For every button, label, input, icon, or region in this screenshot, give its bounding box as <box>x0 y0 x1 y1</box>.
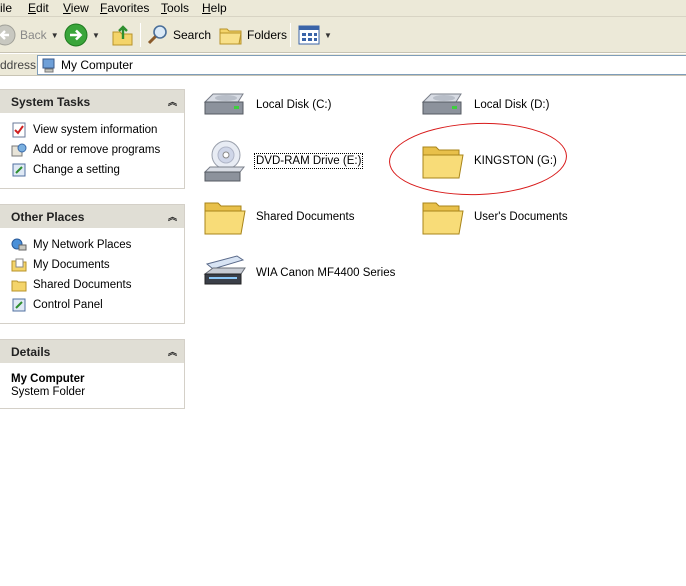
back-dropdown-icon[interactable]: ▼ <box>51 31 59 40</box>
address-bar: ddress My Computer <box>0 54 686 76</box>
drive-kingston-g[interactable]: KINGSTON (G:) <box>420 138 557 184</box>
item-label: DVD-RAM Drive (E:) <box>253 153 364 169</box>
address-label: ddress <box>0 58 37 72</box>
other-places-title: Other Places <box>11 209 85 224</box>
link-control-panel[interactable]: Control Panel <box>11 295 184 315</box>
toolbar-separator <box>140 23 141 47</box>
link-label: View system information <box>33 124 158 136</box>
folder-shared-documents[interactable]: Shared Documents <box>202 194 354 240</box>
item-label: Local Disk (C:) <box>256 99 332 111</box>
my-documents-icon <box>11 258 27 272</box>
details-title: Details <box>11 344 51 359</box>
folder-users-documents[interactable]: User's Documents <box>420 194 568 240</box>
back-label: Back <box>20 28 47 42</box>
details-box: Details ︽ My Computer System Folder <box>0 339 185 409</box>
other-places-box: Other Places ︽ My Network Places My Docu… <box>0 204 185 324</box>
item-label: KINGSTON (G:) <box>474 155 557 167</box>
address-field[interactable]: My Computer <box>37 55 686 75</box>
menu-help[interactable]: Help <box>202 1 227 15</box>
menu-file[interactable]: ile <box>0 1 12 15</box>
system-tasks-header[interactable]: System Tasks ︽ <box>0 90 184 113</box>
system-tasks-box: System Tasks ︽ View system information A… <box>0 89 185 189</box>
drive-dvd-e[interactable]: DVD-RAM Drive (E:) <box>202 138 364 184</box>
folders-label: Folders <box>247 28 288 42</box>
drive-local-c[interactable]: Local Disk (C:) <box>202 82 331 128</box>
left-task-pane: System Tasks ︽ View system information A… <box>0 77 190 586</box>
link-network-places[interactable]: My Network Places <box>11 235 184 255</box>
details-type: System Folder <box>11 386 86 398</box>
link-label: My Network Places <box>33 239 132 251</box>
collapse-chevron-icon[interactable]: ︽ <box>168 210 177 223</box>
link-add-remove-programs[interactable]: Add or remove programs <box>11 140 184 160</box>
collapse-chevron-icon[interactable]: ︽ <box>168 345 177 358</box>
scanner-icon <box>203 255 246 285</box>
dvd-drive-icon <box>203 140 246 182</box>
link-change-setting[interactable]: Change a setting <box>11 160 184 180</box>
search-button[interactable]: Search <box>147 21 211 49</box>
control-panel-icon <box>12 163 26 177</box>
menu-bar: ile Edit View Favorites Tools Help <box>0 0 686 17</box>
menu-favorites[interactable]: Favorites <box>100 1 149 15</box>
details-header[interactable]: Details ︽ <box>0 340 184 363</box>
folder-icon <box>204 202 246 235</box>
add-remove-programs-icon <box>11 143 27 157</box>
link-label: Shared Documents <box>33 279 132 291</box>
system-tasks-title: System Tasks <box>11 94 91 109</box>
link-label: Add or remove programs <box>33 144 161 156</box>
folder-icon <box>422 146 464 179</box>
views-dropdown-icon[interactable]: ▼ <box>324 31 332 40</box>
search-label: Search <box>173 28 212 42</box>
folders-button[interactable]: Folders <box>219 21 287 49</box>
up-folder-icon <box>112 25 133 46</box>
hard-disk-icon <box>203 93 244 115</box>
folders-icon <box>219 28 242 45</box>
link-label: My Documents <box>33 259 110 271</box>
network-places-icon <box>11 238 27 251</box>
link-label: Change a setting <box>33 164 120 176</box>
menu-view[interactable]: View <box>63 1 89 15</box>
my-computer-icon <box>42 58 55 72</box>
up-folder-button[interactable] <box>112 21 134 49</box>
menu-tools[interactable]: Tools <box>161 1 189 15</box>
hard-disk-icon <box>421 93 462 115</box>
search-icon <box>147 25 167 45</box>
collapse-chevron-icon[interactable]: ︽ <box>168 95 177 108</box>
back-button[interactable]: Back ▼ <box>0 21 59 49</box>
forward-button[interactable]: ▼ <box>64 21 100 49</box>
link-shared-documents[interactable]: Shared Documents <box>11 275 184 295</box>
control-panel-icon <box>12 298 26 312</box>
address-value: My Computer <box>61 58 134 72</box>
forward-dropdown-icon[interactable]: ▼ <box>92 31 100 40</box>
system-info-icon <box>12 122 26 138</box>
drive-local-d[interactable]: Local Disk (D:) <box>420 82 549 128</box>
scanner-canon[interactable]: WIA Canon MF4400 Series <box>202 250 395 296</box>
back-arrow-icon <box>0 24 16 46</box>
details-name: My Computer <box>11 373 85 385</box>
link-view-system-info[interactable]: View system information <box>11 120 184 140</box>
folder-icon <box>11 280 27 292</box>
forward-arrow-icon <box>64 23 88 47</box>
item-label: User's Documents <box>474 211 568 223</box>
folder-icon <box>422 202 464 235</box>
views-icon <box>298 25 320 45</box>
other-places-header[interactable]: Other Places ︽ <box>0 205 184 228</box>
menu-edit[interactable]: Edit <box>28 1 49 15</box>
link-label: Control Panel <box>33 299 103 311</box>
item-label: Local Disk (D:) <box>474 99 550 111</box>
link-my-documents[interactable]: My Documents <box>11 255 184 275</box>
toolbar: Back ▼ ▼ Search Folders ▼ <box>0 17 686 53</box>
item-label: Shared Documents <box>256 211 355 223</box>
views-button[interactable]: ▼ <box>298 21 332 49</box>
toolbar-separator-2 <box>290 23 291 47</box>
item-label: WIA Canon MF4400 Series <box>256 267 396 279</box>
